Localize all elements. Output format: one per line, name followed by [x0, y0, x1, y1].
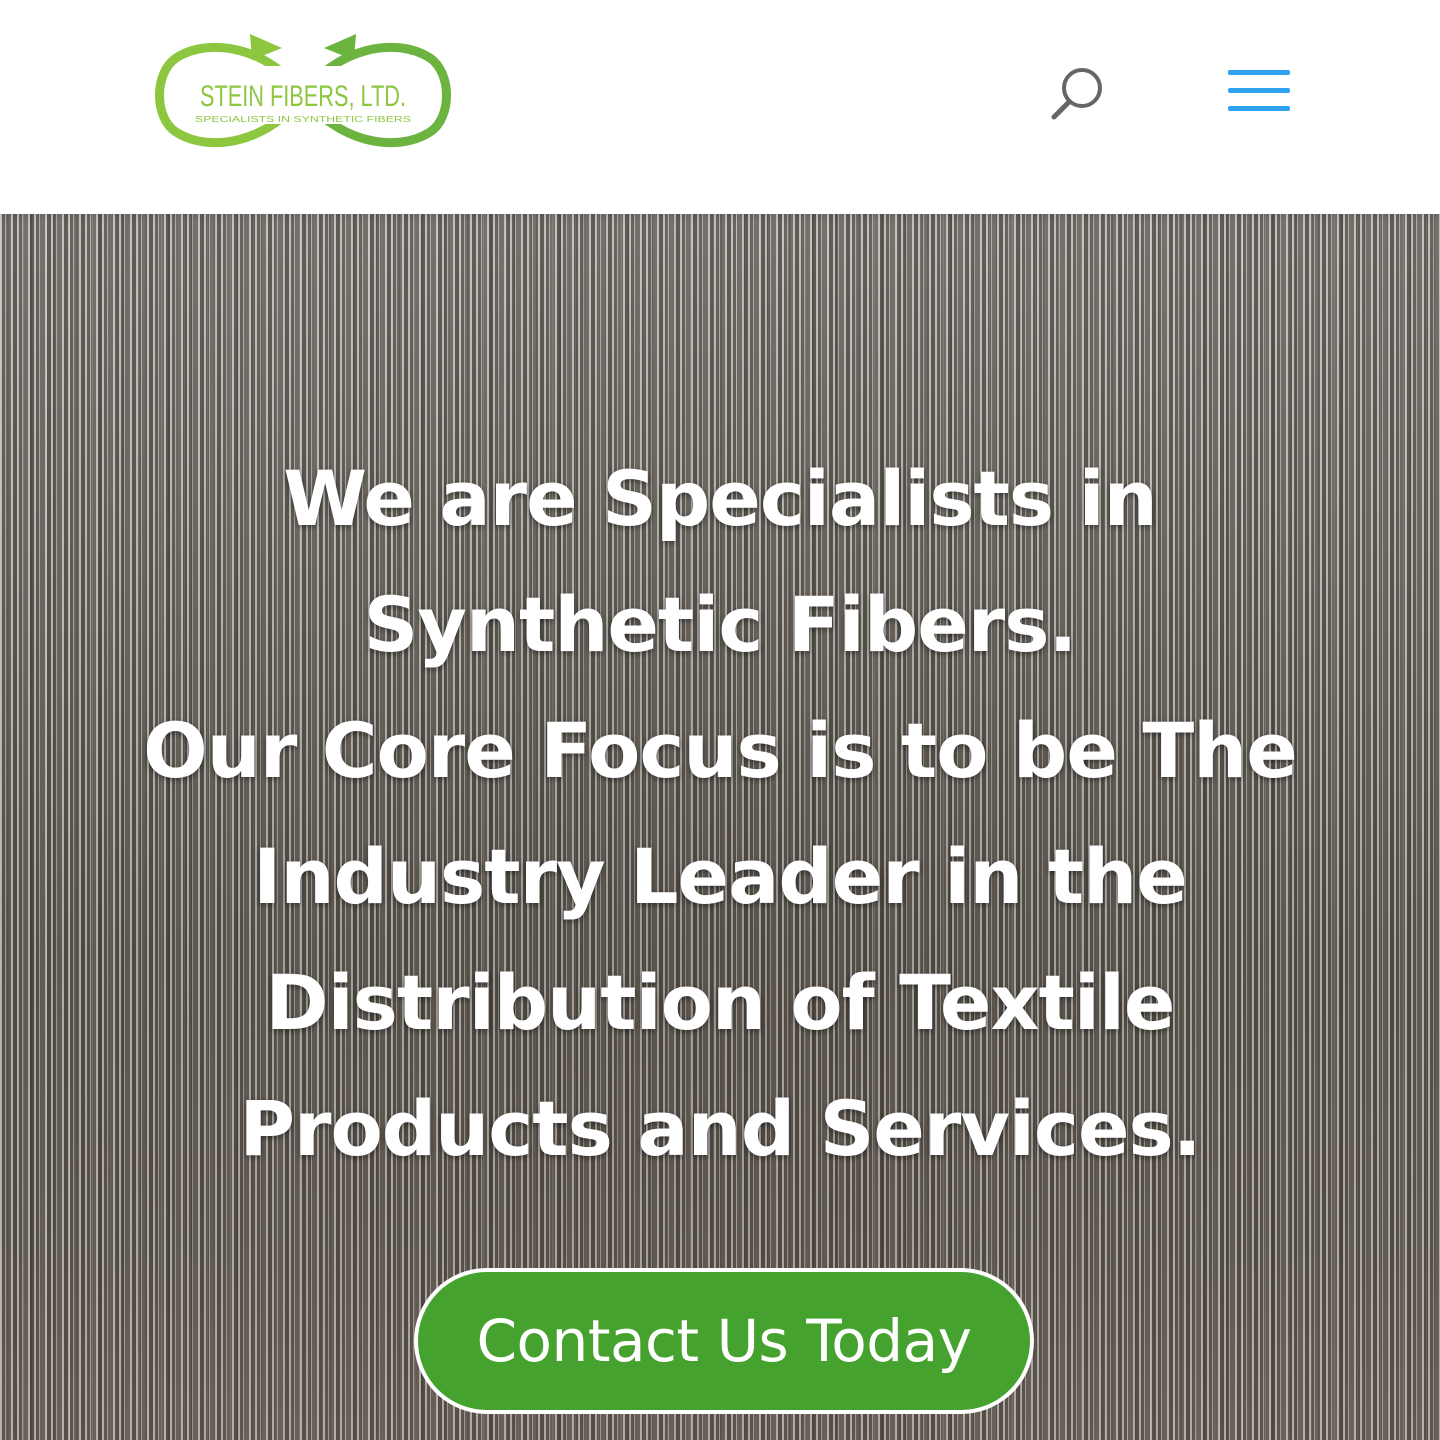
- hero-heading-line-1: We are Specialists in Synthetic Fibers.: [283, 454, 1157, 669]
- hero-section: We are Specialists in Synthetic Fibers. …: [0, 214, 1440, 1440]
- search-icon: [1051, 68, 1102, 120]
- site-header: STEIN FIBERS, LTD. SPECIALISTS IN SYNTHE…: [0, 0, 1440, 214]
- hero-heading-line-2: Our Core Focus is to be The Industry Lea…: [143, 706, 1298, 1173]
- menu-bar: [1228, 70, 1290, 75]
- logo-tagline: SPECIALISTS IN SYNTHETIC FIBERS: [195, 115, 411, 124]
- menu-bar: [1228, 88, 1290, 93]
- hero-heading: We are Specialists in Synthetic Fibers. …: [100, 436, 1340, 1192]
- logo-graphic: STEIN FIBERS, LTD. SPECIALISTS IN SYNTHE…: [155, 34, 451, 148]
- search-button[interactable]: [1046, 62, 1110, 126]
- hamburger-menu-button[interactable]: [1228, 66, 1290, 116]
- contact-us-button[interactable]: Contact Us Today: [414, 1268, 1034, 1414]
- site-logo[interactable]: STEIN FIBERS, LTD. SPECIALISTS IN SYNTHE…: [150, 28, 456, 162]
- logo-name: STEIN FIBERS, LTD.: [200, 80, 406, 113]
- menu-bar: [1228, 106, 1290, 111]
